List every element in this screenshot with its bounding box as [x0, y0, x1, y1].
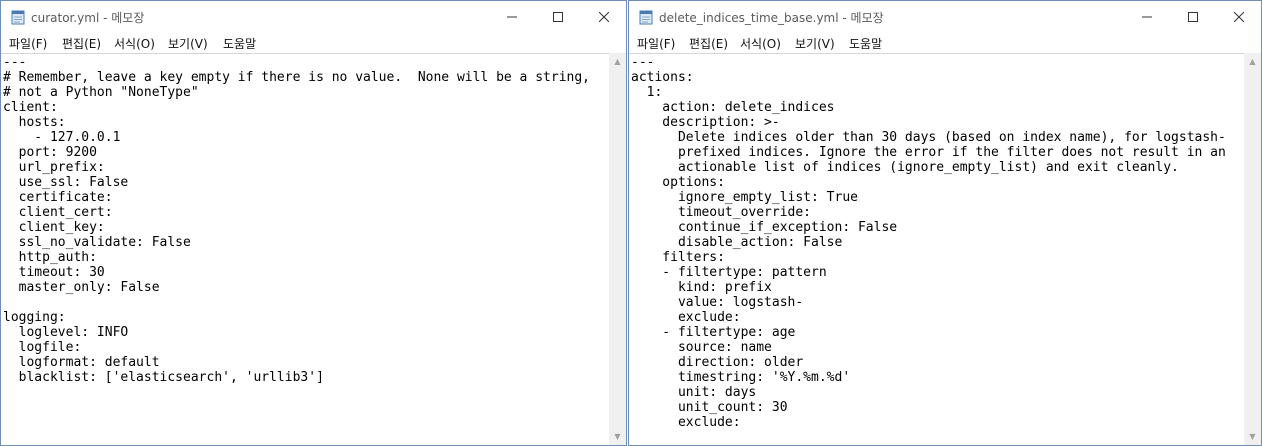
text-line: actionable list of indices (ignore_empty… — [631, 160, 1179, 175]
maximize-icon — [553, 12, 563, 22]
maximize-button[interactable] — [535, 1, 581, 33]
text-line: action: delete_indices — [631, 100, 835, 115]
menu-format[interactable]: 서식(O) — [114, 35, 155, 52]
editor-text: --- # Remember, leave a key empty if the… — [3, 55, 590, 385]
text-line: Delete indices older than 30 days (based… — [631, 130, 1226, 145]
minimize-button[interactable] — [489, 1, 535, 33]
text-line: timeout_override: — [631, 205, 812, 220]
notepad-window-delete-indices[interactable]: delete_indices_time_base.yml - 메모장 파일(F)… — [628, 0, 1262, 446]
text-line: timestring: '%Y.%m.%d' — [631, 370, 851, 385]
title-bar[interactable]: delete_indices_time_base.yml - 메모장 — [629, 1, 1261, 33]
notepad-icon — [11, 10, 25, 25]
maximize-icon — [1188, 12, 1198, 22]
text-line: - filtertype: pattern — [631, 265, 827, 280]
scroll-down-arrow-icon[interactable]: ▼ — [1244, 428, 1261, 445]
menu-view[interactable]: 보기(V) — [795, 35, 835, 52]
text-line: continue_if_exception: False — [631, 220, 898, 235]
text-line: actions: — [631, 70, 694, 85]
menu-edit[interactable]: 편집(E) — [689, 35, 728, 52]
close-icon — [1234, 12, 1244, 22]
text-editor[interactable]: --- actions: 1: action: delete_indices d… — [629, 53, 1244, 445]
menu-help[interactable]: 도움말 — [223, 35, 256, 52]
editor-text: --- actions: 1: action: delete_indices d… — [631, 55, 1226, 430]
text-line: - 127.0.0.1 — [3, 130, 121, 145]
close-icon — [599, 12, 609, 22]
close-button[interactable] — [581, 1, 626, 33]
menu-help[interactable]: 도움말 — [849, 35, 882, 52]
scroll-down-arrow-icon[interactable]: ▼ — [609, 428, 626, 445]
text-line: logformat: default — [3, 355, 160, 370]
text-line: options: — [631, 175, 725, 190]
text-line: filters: — [631, 250, 725, 265]
minimize-button[interactable] — [1124, 1, 1170, 33]
text-line: certificate: — [3, 190, 113, 205]
text-line: url_prefix: — [3, 160, 105, 175]
text-line: unit: days — [631, 385, 757, 400]
minimize-icon — [507, 16, 517, 18]
notepad-window-curator[interactable]: curator.yml - 메모장 파일(F) 편집(E) 서식(O) 보기(V… — [0, 0, 627, 446]
text-line: logging: — [3, 310, 66, 325]
text-line: hosts: — [3, 115, 66, 130]
text-line: prefixed indices. Ignore the error if th… — [631, 145, 1226, 160]
menu-edit[interactable]: 편집(E) — [62, 35, 101, 52]
maximize-button[interactable] — [1170, 1, 1216, 33]
text-line: --- — [3, 55, 27, 70]
text-line: disable_action: False — [631, 235, 843, 250]
text-line: port: 9200 — [3, 145, 97, 160]
menu-file[interactable]: 파일(F) — [9, 35, 47, 52]
scroll-up-arrow-icon[interactable]: ▲ — [1244, 53, 1261, 70]
text-line: unit_count: 30 — [631, 400, 788, 415]
text-line: kind: prefix — [631, 280, 772, 295]
text-line: source: name — [631, 340, 772, 355]
text-line: client_key: — [3, 220, 105, 235]
text-line: client: — [3, 100, 58, 115]
text-line: client_cert: — [3, 205, 113, 220]
text-line: use_ssl: False — [3, 175, 129, 190]
text-editor[interactable]: --- # Remember, leave a key empty if the… — [1, 53, 609, 445]
text-line: # Remember, leave a key empty if there i… — [3, 70, 590, 85]
text-line: value: logstash- — [631, 295, 804, 310]
close-button[interactable] — [1216, 1, 1261, 33]
text-line: description: >- — [631, 115, 780, 130]
text-line: master_only: False — [3, 280, 160, 295]
text-line: blacklist: ['elasticsearch', 'urllib3'] — [3, 370, 324, 385]
text-line: loglevel: INFO — [3, 325, 129, 340]
text-line: exclude: — [631, 415, 741, 430]
text-line: logfile: — [3, 340, 82, 355]
minimize-icon — [1142, 16, 1152, 18]
title-bar[interactable]: curator.yml - 메모장 — [1, 1, 626, 33]
window-title: delete_indices_time_base.yml - 메모장 — [659, 11, 884, 25]
text-line: --- — [631, 55, 655, 70]
menu-bar: 파일(F) 편집(E) 서식(O) 보기(V) 도움말 — [1, 33, 626, 53]
text-line: exclude: — [631, 310, 741, 325]
notepad-icon — [639, 10, 653, 25]
text-line: ssl_no_validate: False — [3, 235, 191, 250]
vertical-scrollbar[interactable]: ▲ ▼ — [1244, 53, 1261, 445]
text-line: 1: — [631, 85, 663, 100]
text-line: direction: older — [631, 355, 804, 370]
text-line: # not a Python "NoneType" — [3, 85, 199, 100]
window-title: curator.yml - 메모장 — [31, 11, 145, 25]
menu-file[interactable]: 파일(F) — [637, 35, 675, 52]
vertical-scrollbar[interactable]: ▲ ▼ — [609, 53, 626, 445]
text-line: ignore_empty_list: True — [631, 190, 858, 205]
menu-view[interactable]: 보기(V) — [168, 35, 208, 52]
menu-format[interactable]: 서식(O) — [740, 35, 781, 52]
scroll-up-arrow-icon[interactable]: ▲ — [609, 53, 626, 70]
text-line: - filtertype: age — [631, 325, 796, 340]
text-line: http_auth: — [3, 250, 97, 265]
menu-bar: 파일(F) 편집(E) 서식(O) 보기(V) 도움말 — [629, 33, 1261, 53]
text-line: timeout: 30 — [3, 265, 105, 280]
